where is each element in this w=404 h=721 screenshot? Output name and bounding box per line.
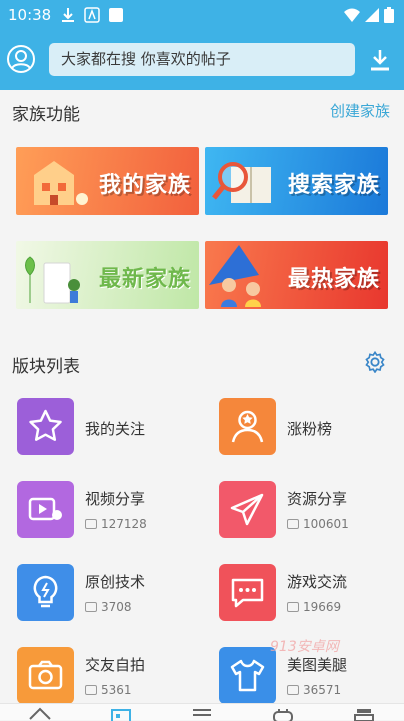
- block-label: 我的关注: [85, 420, 146, 438]
- hottest-family-banner[interactable]: 最热家族: [205, 241, 388, 309]
- blocks-section-title: 版块列表: [12, 357, 80, 377]
- post-count-value: 36571: [303, 683, 342, 697]
- send-icon: [230, 493, 264, 526]
- user-avatar-icon[interactable]: [6, 44, 36, 74]
- create-family-link[interactable]: 创建家族: [330, 100, 390, 121]
- bulb-icon: [33, 575, 58, 608]
- newest-family-label: 最新家族: [98, 267, 191, 292]
- star-icon: [29, 409, 62, 441]
- block-label: 游戏交流: [287, 573, 348, 591]
- square-status-icon: [109, 8, 123, 22]
- search-family-banner[interactable]: 搜索家族: [205, 147, 388, 215]
- camera-icon: [28, 660, 63, 690]
- chat-icon: [231, 578, 264, 608]
- forum-icon[interactable]: [109, 707, 133, 721]
- post-count: 19669: [287, 600, 341, 614]
- game-icon[interactable]: [271, 707, 295, 721]
- list-icon[interactable]: [190, 707, 214, 721]
- battery-icon: [384, 7, 394, 23]
- search-book-illustration-icon: [212, 162, 271, 203]
- download-status-icon: [62, 8, 74, 22]
- video-icon: [28, 497, 62, 521]
- block-label: 美图美腿: [287, 656, 348, 674]
- block-beauty-photos[interactable]: [219, 647, 276, 704]
- block-follower-ranking[interactable]: [219, 398, 276, 455]
- block-label: 涨粉榜: [287, 420, 333, 438]
- search-family-label: 搜索家族: [287, 173, 380, 198]
- bottom-nav: [0, 703, 404, 721]
- post-count-value: 3708: [101, 600, 132, 614]
- building-illustration-icon: [34, 161, 88, 205]
- status-bar: 10:38: [0, 0, 404, 30]
- shirt-icon: [230, 659, 265, 692]
- block-label: 交友自拍: [85, 656, 146, 674]
- post-count: 5361: [85, 683, 132, 697]
- block-resource-share[interactable]: [219, 481, 276, 538]
- status-time: 10:38: [8, 6, 52, 24]
- block-label: 资源分享: [287, 490, 348, 508]
- cheering-crowd-illustration-icon: [209, 245, 261, 307]
- family-section-title: 家族功能: [12, 105, 80, 125]
- my-family-label: 我的家族: [98, 173, 191, 198]
- signal-icon: [365, 8, 379, 22]
- wifi-icon: [344, 8, 360, 22]
- post-count-value: 5361: [101, 683, 132, 697]
- block-label: 视频分享: [85, 490, 146, 508]
- comment-icon: [287, 602, 299, 612]
- block-friends-selfie[interactable]: [17, 647, 74, 704]
- post-count: 36571: [287, 683, 341, 697]
- post-count-value: 19669: [303, 600, 342, 614]
- post-count: 100601: [287, 517, 349, 531]
- comment-icon: [287, 685, 299, 695]
- post-count: 127128: [85, 517, 147, 531]
- block-video-share[interactable]: [17, 481, 74, 538]
- block-my-follow[interactable]: [17, 398, 74, 455]
- block-original-tech[interactable]: [17, 564, 74, 621]
- app-status-icon: [84, 7, 100, 23]
- block-label: 原创技术: [85, 573, 146, 591]
- post-count-value: 100601: [303, 517, 349, 531]
- comment-icon: [85, 519, 97, 529]
- post-count: 3708: [85, 600, 132, 614]
- watermark-text: 913安卓网: [270, 639, 339, 655]
- profile-star-icon: [231, 410, 264, 443]
- profile-icon[interactable]: [352, 707, 376, 721]
- hottest-family-label: 最热家族: [287, 267, 380, 292]
- comment-icon: [85, 602, 97, 612]
- block-game-chat[interactable]: [219, 564, 276, 621]
- comment-icon: [287, 519, 299, 529]
- app-header: 大家都在搜 你喜欢的帖子: [0, 30, 404, 90]
- search-input[interactable]: 大家都在搜 你喜欢的帖子: [49, 43, 355, 76]
- download-icon[interactable]: [367, 47, 393, 73]
- comment-icon: [85, 685, 97, 695]
- home-icon[interactable]: [28, 707, 52, 721]
- newest-family-banner[interactable]: 最新家族: [16, 241, 199, 309]
- gear-icon[interactable]: [364, 351, 386, 373]
- plant-illustration-icon: [25, 256, 80, 304]
- my-family-banner[interactable]: 我的家族: [16, 147, 199, 215]
- post-count-value: 127128: [101, 517, 147, 531]
